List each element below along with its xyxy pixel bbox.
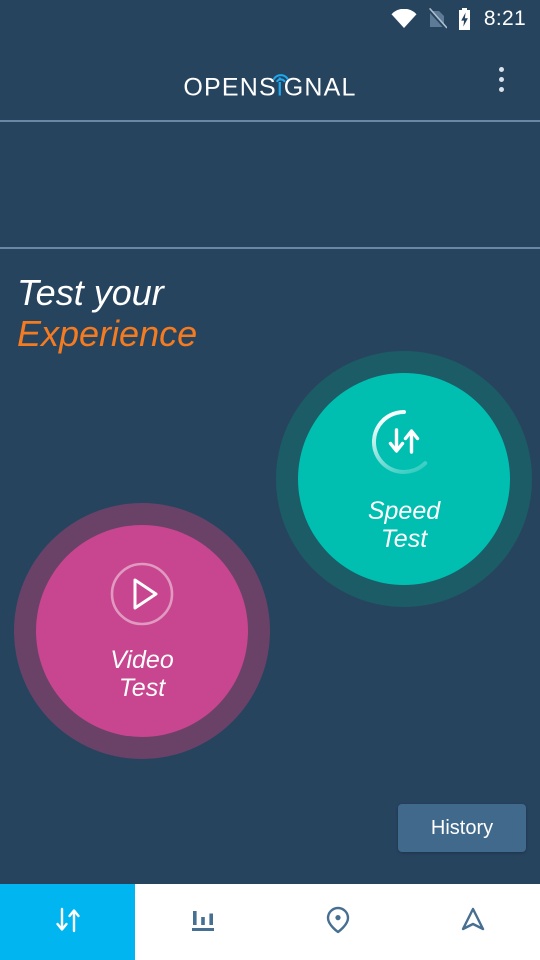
app-bar: OPENS i GNAL <box>0 38 540 120</box>
dot <box>498 76 504 82</box>
video-test-label-line-2: Test <box>118 673 166 702</box>
logo-text-part2: GNAL <box>283 73 357 102</box>
video-test-label-line-1: Video <box>110 645 174 674</box>
overflow-menu-icon[interactable] <box>484 57 518 101</box>
battery-charging-icon <box>457 8 472 30</box>
nav-item-tests[interactable] <box>0 884 135 960</box>
history-button[interactable]: History <box>398 804 526 852</box>
status-bar-clock: 8:21 <box>483 7 526 30</box>
logo-text-part1: OPENS <box>183 73 277 102</box>
no-sim-icon <box>427 8 447 30</box>
speed-test-label: Speed Test <box>368 497 440 553</box>
ad-banner-placeholder <box>0 120 540 249</box>
nav-item-navigation[interactable] <box>405 884 540 960</box>
logo-i-with-signal: i <box>272 74 289 103</box>
headline-line-1: Test your <box>17 272 164 313</box>
speed-test-label-line-2: Test <box>380 524 428 553</box>
headline-line-2: Experience <box>17 313 198 354</box>
wifi-icon <box>391 9 417 29</box>
bar-chart-icon <box>186 903 220 942</box>
play-circle-icon <box>109 561 175 632</box>
speed-gauge-arrows-icon <box>368 406 440 483</box>
page-title: Test your Experience <box>17 272 197 354</box>
navigation-arrow-icon <box>456 903 490 942</box>
download-upload-arrows-icon <box>49 901 87 944</box>
video-test-inner-circle: Video Test <box>36 525 248 737</box>
signal-waves-icon <box>271 61 291 90</box>
video-test-label: Video Test <box>110 646 174 702</box>
nav-item-coverage-map[interactable] <box>270 884 405 960</box>
dot <box>498 66 504 72</box>
speed-test-inner-circle: Speed Test <box>298 373 510 585</box>
map-pin-icon <box>321 903 355 942</box>
dot <box>498 86 504 92</box>
speed-test-label-line-1: Speed <box>367 496 441 525</box>
opensignal-logo: OPENS i GNAL <box>183 74 356 103</box>
bottom-navigation-bar <box>0 884 540 960</box>
speed-test-button[interactable]: Speed Test <box>276 351 532 607</box>
video-test-button[interactable]: Video Test <box>14 503 270 759</box>
nav-item-stats[interactable] <box>135 884 270 960</box>
app-screen: 8:21 OPENS i GNAL Test your Experience S… <box>0 0 540 960</box>
status-bar: 8:21 <box>0 0 540 38</box>
